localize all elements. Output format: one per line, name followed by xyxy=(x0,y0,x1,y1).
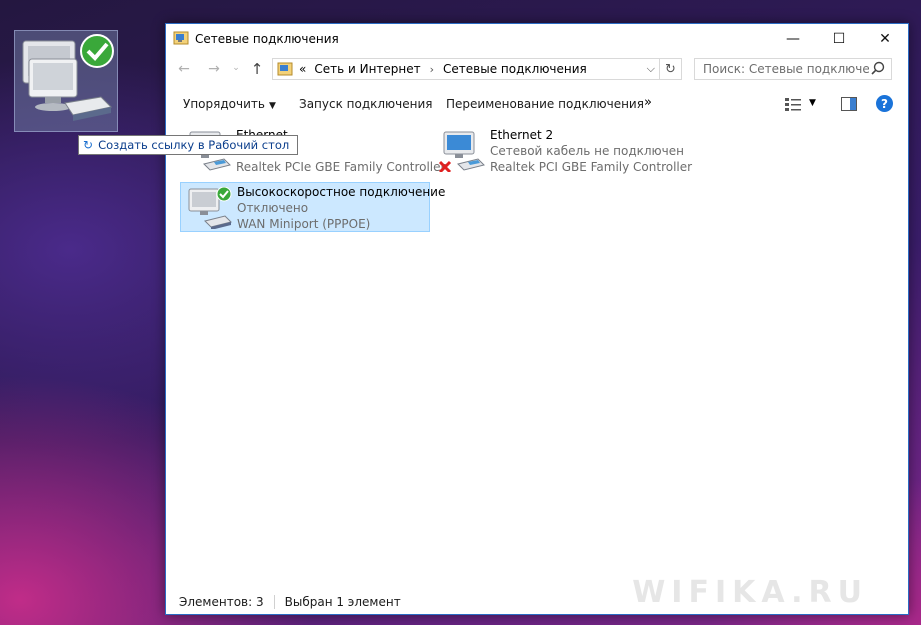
network-connections-window: Сетевые подключения — ☐ ✕ ← → ⌄ ↑ « Сеть… xyxy=(165,23,909,615)
item-count: Элементов: 3 xyxy=(179,595,264,609)
connection-name: Высокоскоростное подключение xyxy=(237,185,446,199)
more-commands-chevron-icon[interactable]: » xyxy=(644,95,652,110)
connections-list: Ethernet Realtek PCIe GBE Family Control… xyxy=(166,120,908,590)
up-arrow-icon[interactable]: ↑ xyxy=(248,60,266,78)
maximize-button[interactable]: ☐ xyxy=(816,24,862,53)
link-arrow-icon: ↻ xyxy=(83,138,94,152)
minimize-icon: — xyxy=(786,30,800,47)
drag-drop-tooltip: ↻ Создать ссылку в Рабочий стол xyxy=(78,135,299,155)
rename-connection-button[interactable]: Переименование подключения xyxy=(446,97,644,111)
connection-item-high-speed[interactable]: Высокоскоростное подключение Отключено W… xyxy=(180,182,445,232)
connection-adapter: Realtek PCI GBE Family Controller xyxy=(490,160,693,174)
drag-tooltip-text: Создать ссылку в Рабочий стол xyxy=(98,138,290,152)
close-button[interactable]: ✕ xyxy=(862,24,908,53)
selection-count: Выбран 1 элемент xyxy=(284,595,401,609)
command-bar: Упорядочить ▼ Запуск подключения Переимен… xyxy=(166,90,908,118)
start-connection-button[interactable]: Запуск подключения xyxy=(299,97,433,111)
ethernet-unplugged-icon xyxy=(438,131,485,172)
status-divider xyxy=(273,595,275,609)
desktop-network-shortcut-icon[interactable] xyxy=(14,30,118,132)
control-panel-icon xyxy=(277,62,293,76)
connection-adapter: WAN Miniport (PPPOE) xyxy=(237,217,371,231)
maximize-icon: ☐ xyxy=(832,30,846,47)
organize-button[interactable]: Упорядочить ▼ xyxy=(183,97,276,111)
watermark-logo: WIFIKA.RU xyxy=(632,575,868,610)
close-icon: ✕ xyxy=(879,30,891,47)
connection-status: Отключено xyxy=(237,201,309,215)
breadcrumb-network-connections[interactable]: Сетевые подключения xyxy=(443,62,587,76)
title-bar[interactable]: Сетевые подключения — ☐ ✕ xyxy=(166,24,908,54)
help-icon[interactable]: ? xyxy=(876,95,893,112)
breadcrumb-network-internet[interactable]: Сеть и Интернет xyxy=(314,62,420,76)
address-dropdown-chevron-icon[interactable]: ⌵ xyxy=(647,62,655,76)
recent-locations-chevron-icon[interactable]: ⌄ xyxy=(230,63,242,73)
forward-arrow-icon[interactable]: → xyxy=(205,61,223,77)
address-bar[interactable]: « Сеть и Интернет › Сетевые подключения … xyxy=(272,58,682,80)
connection-status: Сетевой кабель не подключен xyxy=(490,144,684,158)
navigation-bar: ← → ⌄ ↑ « Сеть и Интернет › Сетевые подк… xyxy=(166,57,908,83)
connection-item-ethernet-2[interactable]: Ethernet 2 Сетевой кабель не подключен R… xyxy=(434,126,692,176)
network-folder-icon xyxy=(173,31,189,45)
search-box[interactable]: Поиск: Сетевые подключения xyxy=(694,58,892,80)
breadcrumb-separator-icon[interactable]: › xyxy=(430,63,434,76)
connection-adapter: Realtek PCIe GBE Family Controller xyxy=(236,160,446,174)
search-input[interactable]: Поиск: Сетевые подключения xyxy=(695,62,869,76)
refresh-icon[interactable]: ↻ xyxy=(659,59,681,79)
window-title: Сетевые подключения xyxy=(195,32,339,46)
organize-dropdown-icon: ▼ xyxy=(268,101,276,111)
change-view-icon[interactable] xyxy=(785,97,801,111)
organize-label: Упорядочить xyxy=(183,97,265,111)
pppoe-connection-icon xyxy=(188,187,232,229)
search-icon[interactable] xyxy=(869,60,887,78)
address-overflow-chevron[interactable]: « xyxy=(299,62,306,76)
back-arrow-icon[interactable]: ← xyxy=(175,61,193,77)
view-options-dropdown-icon[interactable]: ▼ xyxy=(809,98,816,108)
preview-pane-icon[interactable] xyxy=(841,97,857,111)
minimize-button[interactable]: — xyxy=(770,24,816,53)
connection-name: Ethernet 2 xyxy=(490,128,554,142)
